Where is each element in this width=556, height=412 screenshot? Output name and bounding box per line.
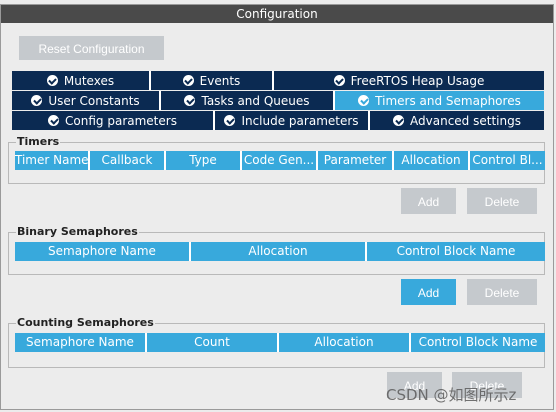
tab-label: FreeRTOS Heap Usage [350, 73, 485, 88]
tab-mutexes[interactable]: Mutexes [12, 71, 151, 90]
column-header-semaphore-name[interactable]: Semaphore Name [15, 242, 191, 261]
check-icon [224, 115, 236, 126]
tab-tasks-and-queues[interactable]: Tasks and Queues [161, 91, 335, 110]
tab-label: Mutexes [63, 73, 115, 88]
check-icon [48, 115, 60, 126]
tab-label: Events [199, 73, 241, 88]
check-icon [333, 75, 345, 86]
column-header-control-block-name[interactable]: Control Block Name [367, 242, 545, 261]
column-header-allocation[interactable]: Allocation [394, 151, 470, 170]
tab-config-parameters[interactable]: Config parameters [12, 111, 215, 130]
tab-row-1: Mutexes Events FreeRTOS Heap Usage [12, 71, 544, 90]
timers-delete-button[interactable]: Delete [467, 188, 537, 214]
counting-semaphores-table-header: Semaphore Name Count Allocation Control … [15, 333, 545, 352]
column-header-allocation[interactable]: Allocation [191, 242, 367, 261]
column-header-code-gen[interactable]: Code Gen... [242, 151, 318, 170]
column-header-count[interactable]: Count [147, 333, 279, 352]
tab-timers-and-semaphores[interactable]: Timers and Semaphores [335, 91, 544, 110]
column-header-allocation[interactable]: Allocation [279, 333, 411, 352]
tab-row-2: User Constants Tasks and Queues Timers a… [12, 91, 544, 110]
check-icon [184, 95, 196, 106]
column-header-control-block-name[interactable]: Control Block Name [411, 333, 545, 352]
timers-table-header: Timer Name Callback Type Code Gen... Par… [15, 151, 545, 170]
binary-semaphores-delete-button[interactable]: Delete [467, 279, 537, 305]
tab-label: User Constants [48, 93, 140, 108]
binary-semaphores-table-header: Semaphore Name Allocation Control Block … [15, 242, 545, 261]
column-header-control-block[interactable]: Control Bl... [470, 151, 545, 170]
check-icon [46, 75, 58, 86]
column-header-type[interactable]: Type [166, 151, 242, 170]
tab-events[interactable]: Events [151, 71, 274, 90]
check-icon [358, 95, 370, 106]
tab-label: Tasks and Queues [201, 93, 310, 108]
tab-advanced-settings[interactable]: Advanced settings [370, 111, 544, 130]
column-header-callback[interactable]: Callback [90, 151, 166, 170]
binary-semaphores-group-title: Binary Semaphores [16, 225, 139, 238]
timers-group-title: Timers [16, 135, 61, 148]
column-header-parameter[interactable]: Parameter [318, 151, 394, 170]
column-header-semaphore-name[interactable]: Semaphore Name [15, 333, 147, 352]
check-icon [182, 75, 194, 86]
check-icon [393, 115, 405, 126]
tab-label: Advanced settings [410, 113, 521, 128]
reset-configuration-button[interactable]: Reset Configuration [19, 36, 164, 60]
window-title: Configuration [1, 5, 553, 23]
tab-row-3: Config parameters Include parameters Adv… [12, 111, 544, 130]
binary-semaphores-add-button[interactable]: Add [401, 279, 456, 305]
tab-label: Config parameters [65, 113, 177, 128]
tab-label: Timers and Semaphores [375, 93, 521, 108]
timers-add-button[interactable]: Add [401, 188, 456, 214]
tab-freertos-heap-usage[interactable]: FreeRTOS Heap Usage [274, 71, 544, 90]
tab-include-parameters[interactable]: Include parameters [215, 111, 370, 130]
column-header-timer-name[interactable]: Timer Name [15, 151, 90, 170]
csdn-watermark: CSDN @如图所示z [386, 386, 517, 404]
check-icon [31, 95, 43, 106]
tab-label: Include parameters [241, 113, 359, 128]
tab-user-constants[interactable]: User Constants [12, 91, 161, 110]
counting-semaphores-group-title: Counting Semaphores [16, 316, 155, 329]
